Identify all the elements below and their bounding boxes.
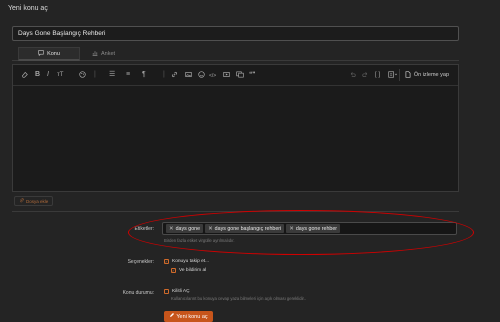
- quote-button[interactable]: ❝❞: [249, 71, 255, 79]
- document-icon: [405, 70, 411, 80]
- highlight-annotation: [128, 210, 474, 255]
- checkbox-icon: ✓: [164, 258, 169, 264]
- media-icon[interactable]: [223, 71, 230, 81]
- chart-icon: [92, 50, 98, 58]
- drafts-icon[interactable]: [388, 71, 398, 81]
- divider-icon: |: [94, 71, 96, 78]
- tab-konu[interactable]: Konu: [18, 47, 80, 61]
- thread-title-input[interactable]: Days Gone Başlangıç Rehberi: [12, 26, 459, 41]
- comment-icon: [38, 49, 44, 58]
- bbcode-toggle-button[interactable]: [ ]: [375, 71, 380, 79]
- eraser-icon[interactable]: [21, 71, 28, 81]
- checkbox-icon: ✓: [171, 267, 176, 273]
- pencil-icon: [169, 313, 175, 320]
- bold-button[interactable]: B: [35, 71, 40, 79]
- tab-label: Anket: [101, 51, 116, 57]
- watch-thread-checkbox[interactable]: ✓ Konuyu takip et...: [164, 259, 209, 264]
- link-icon[interactable]: [171, 71, 178, 81]
- smiley-icon[interactable]: [198, 71, 205, 81]
- attach-file-button[interactable]: Dosya ekle: [14, 196, 54, 206]
- editor-tabs: Konu Anket: [12, 47, 459, 61]
- page-title: Yeni konu aç: [8, 5, 48, 12]
- editor-toolbar: B I тT | ☰ ≡ ¶ | </> ❝❞ [] Ön izleme ya…: [13, 65, 458, 86]
- preview-button[interactable]: Ön izleme yap: [398, 69, 454, 81]
- notify-checkbox[interactable]: ✓ Ve bildirim al: [171, 268, 206, 273]
- text-size-button[interactable]: тT: [57, 71, 63, 79]
- image-icon[interactable]: [185, 71, 192, 81]
- submit-label: Yeni konu aç: [176, 313, 208, 320]
- locked-checkbox[interactable]: Kilitli AÇ: [164, 289, 190, 294]
- list-button[interactable]: ☰: [109, 71, 115, 79]
- message-editor[interactable]: B I тT | ☰ ≡ ¶ | </> ❝❞ [] Ön izleme ya…: [12, 64, 459, 192]
- tab-label: Konu: [47, 50, 60, 57]
- palette-icon[interactable]: [79, 71, 86, 81]
- thread-status-label: Konu durumu:: [122, 290, 154, 296]
- watch-label: Konuyu takip et...: [172, 259, 210, 264]
- submit-button[interactable]: Yeni konu aç: [164, 311, 213, 322]
- undo-icon[interactable]: [349, 71, 356, 81]
- italic-button[interactable]: I: [47, 71, 49, 79]
- options-label: Seçenekler:: [127, 259, 154, 265]
- checkbox-icon: [164, 289, 169, 294]
- paragraph-button[interactable]: ¶: [142, 71, 146, 79]
- tab-anket[interactable]: Anket: [82, 47, 132, 61]
- locked-description: Kullanıcılarınt bu konuya cevap yaza bil…: [171, 296, 306, 301]
- preview-label: Ön izleme yap: [413, 72, 449, 78]
- attach-label: Dosya ekle: [26, 198, 49, 204]
- divider-icon: |: [163, 71, 165, 78]
- align-button[interactable]: ≡: [126, 71, 130, 79]
- notify-label: Ve bildirim al: [179, 268, 207, 273]
- locked-label: Kilitli AÇ: [172, 289, 190, 294]
- redo-icon[interactable]: [362, 71, 369, 81]
- code-button[interactable]: </>: [209, 72, 216, 80]
- gallery-icon[interactable]: [236, 71, 244, 81]
- paperclip-icon: [19, 198, 24, 204]
